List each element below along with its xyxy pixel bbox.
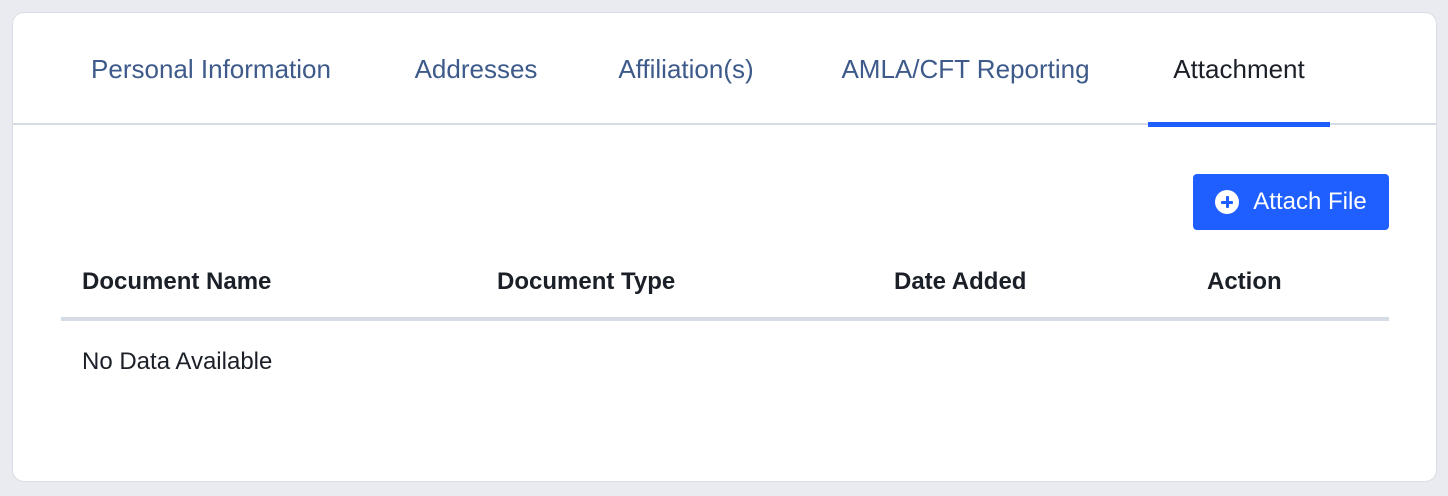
tab-personal-information[interactable]: Personal Information — [77, 13, 345, 125]
empty-state-text: No Data Available — [82, 348, 273, 375]
tab-attachment[interactable]: Attachment — [1148, 13, 1330, 127]
column-header-date-added: Date Added — [894, 268, 1027, 295]
tab-addresses[interactable]: Addresses — [407, 13, 545, 125]
tab-amla-cft-reporting[interactable]: AMLA/CFT Reporting — [828, 13, 1103, 125]
column-header-document-type: Document Type — [497, 268, 676, 295]
attach-file-button[interactable]: Attach File — [1193, 174, 1389, 230]
table-header: Document Name Document Type Date Added A… — [61, 253, 1389, 321]
column-header-document-name: Document Name — [82, 268, 272, 295]
plus-circle-icon — [1215, 190, 1240, 214]
tab-affiliations[interactable]: Affiliation(s) — [607, 13, 765, 125]
attachment-panel: Personal Information Addresses Affiliati… — [12, 12, 1437, 482]
attach-file-label: Attach File — [1253, 188, 1367, 215]
tab-bar: Personal Information Addresses Affiliati… — [13, 13, 1436, 127]
column-header-action: Action — [1207, 268, 1282, 295]
